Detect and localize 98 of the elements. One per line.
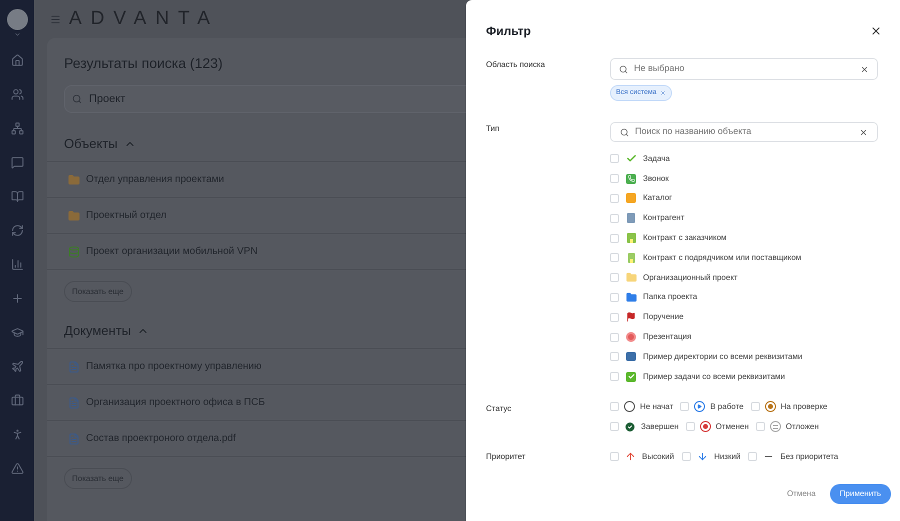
avatar[interactable]	[6, 9, 28, 30]
checkbox[interactable]	[610, 372, 619, 382]
panel-title: Фильтр	[486, 23, 531, 40]
option-label: Пример директории со всеми реквизитами	[643, 350, 802, 363]
option-label: Высокий	[642, 450, 674, 463]
briefcase-icon[interactable]	[10, 394, 24, 407]
book-icon[interactable]	[10, 190, 24, 203]
flag-icon	[626, 312, 636, 322]
option-label: Завершен	[641, 420, 679, 433]
field-label: Область поиска	[486, 59, 546, 71]
option-label: Папка проекта	[643, 291, 698, 304]
document-icon	[68, 396, 80, 408]
search-icon	[620, 128, 629, 136]
play-icon	[694, 401, 706, 412]
checkbox[interactable]	[610, 253, 619, 262]
checkbox[interactable]	[610, 402, 619, 412]
scope-input[interactable]: Не выбрано	[634, 62, 854, 76]
apply-button[interactable]: Применить	[830, 484, 891, 504]
checkbox[interactable]	[610, 174, 619, 184]
option-label: Не начат	[640, 400, 674, 413]
home-icon[interactable]	[10, 54, 24, 67]
close-icon[interactable]	[870, 25, 882, 37]
check-circle-icon	[624, 420, 636, 433]
search-field[interactable]: Проект	[64, 85, 466, 113]
option-label: Низкий	[714, 450, 740, 463]
warning-icon[interactable]	[10, 462, 24, 475]
search-icon	[72, 94, 82, 104]
option-label: Поручение	[643, 311, 684, 324]
checkbox-icon	[626, 372, 636, 382]
refresh-icon[interactable]	[10, 224, 24, 237]
users-icon[interactable]	[10, 88, 24, 101]
option-label: Контрагент	[643, 212, 684, 224]
option-label: Без приоритета	[780, 450, 838, 463]
option-label: В работе	[710, 400, 744, 413]
checkbox[interactable]	[686, 422, 695, 432]
phone-icon	[626, 174, 636, 184]
checkbox[interactable]	[610, 332, 619, 342]
remove-icon[interactable]	[660, 90, 666, 96]
checkbox[interactable]	[610, 214, 619, 223]
graduation-cap-icon[interactable]	[10, 326, 24, 339]
checkbox[interactable]	[756, 422, 765, 432]
field-label: Приоритет	[486, 450, 526, 463]
option-label: Отложен	[786, 420, 819, 433]
folder-icon	[68, 210, 80, 222]
checkbox[interactable]	[748, 452, 758, 462]
folder-icon	[626, 292, 636, 303]
plane-icon[interactable]	[10, 360, 24, 373]
checkbox[interactable]	[682, 452, 692, 462]
document-icon	[68, 432, 80, 444]
checkbox[interactable]	[610, 273, 619, 282]
field-label: Статус	[486, 402, 512, 415]
option-label: Контракт с подрядчиком или поставщиком	[643, 252, 802, 264]
arrow-down-icon	[697, 451, 708, 462]
target-icon	[626, 332, 636, 342]
checkbox[interactable]	[610, 154, 619, 164]
catalog-icon	[626, 193, 636, 204]
option-label: Звонок	[643, 172, 669, 185]
option-label: Презентация	[643, 331, 692, 344]
checkbox[interactable]	[610, 312, 619, 322]
check-icon	[626, 153, 636, 164]
chart-icon[interactable]	[10, 258, 24, 271]
option-label: Задача	[643, 152, 670, 165]
search-icon	[619, 64, 628, 74]
arrow-up-icon	[625, 451, 636, 462]
search-value: Проект	[89, 92, 126, 107]
type-search-input[interactable]: Поиск по названию объекта	[635, 125, 853, 139]
option-label: Контракт с заказчиком	[643, 232, 727, 244]
checkbox[interactable]	[610, 422, 619, 432]
checkbox[interactable]	[610, 292, 619, 302]
checkbox[interactable]	[610, 352, 619, 362]
chat-icon[interactable]	[10, 156, 24, 169]
plus-icon[interactable]	[10, 292, 24, 305]
field-label: Тип	[486, 123, 500, 135]
menu-icon[interactable]	[50, 14, 61, 24]
person-icon[interactable]	[10, 428, 24, 441]
checkbox[interactable]	[750, 402, 760, 412]
clear-icon[interactable]	[860, 64, 869, 74]
dot-circle-icon	[764, 401, 776, 412]
type-search-field[interactable]: Поиск по названию объекта	[610, 122, 878, 142]
scope-field[interactable]: Не выбрано	[610, 58, 878, 80]
cancel-button[interactable]: Отмена	[782, 488, 820, 500]
option-label: Пример задачи со всеми реквизитами	[643, 370, 786, 383]
hierarchy-icon[interactable]	[10, 122, 24, 135]
folder-icon	[68, 174, 80, 186]
database-icon	[68, 246, 80, 258]
option-label: Каталог	[643, 192, 672, 204]
checkbox[interactable]	[680, 402, 690, 412]
option-label: Отменен	[716, 420, 749, 433]
checkbox[interactable]	[610, 194, 619, 203]
clear-icon[interactable]	[859, 128, 868, 136]
dot-circle-icon	[700, 421, 711, 432]
chevron-down-icon[interactable]	[14, 31, 20, 38]
option-label: Организационный проект	[643, 272, 738, 284]
checkbox[interactable]	[610, 234, 619, 243]
folder-icon	[626, 272, 636, 284]
checkbox[interactable]	[610, 452, 619, 462]
document-icon	[68, 360, 80, 372]
option-label: На проверке	[780, 400, 828, 413]
